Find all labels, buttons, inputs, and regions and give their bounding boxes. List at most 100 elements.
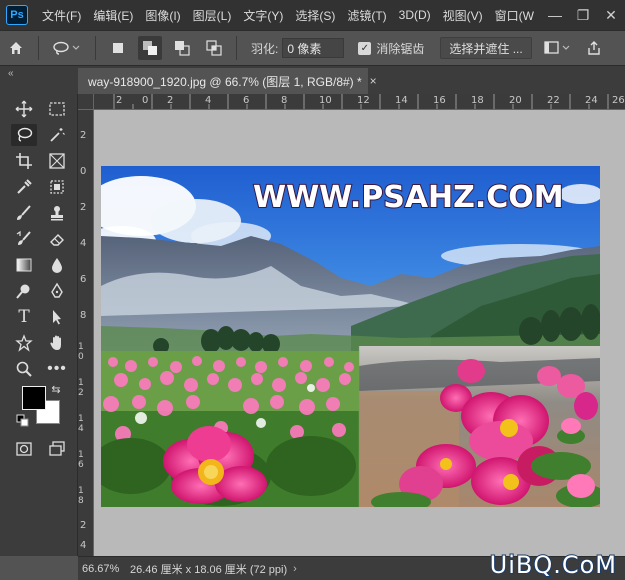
- more-tools-icon[interactable]: •••: [44, 358, 70, 380]
- feather-input[interactable]: 0 像素: [282, 38, 345, 58]
- menu-bar: Ps 文件(F) 编辑(E) 图像(I) 图层(L) 文字(Y) 选择(S) 滤…: [0, 0, 625, 30]
- lasso-tool-preset-icon[interactable]: [49, 36, 85, 60]
- feather-label: 羽化:: [251, 41, 279, 56]
- menu-filter[interactable]: 滤镜(T): [341, 7, 392, 24]
- menu-3d[interactable]: 3D(D): [393, 8, 437, 22]
- ruler-label: 6: [243, 95, 250, 106]
- ruler-label: 8: [80, 310, 87, 321]
- home-icon[interactable]: [4, 36, 28, 60]
- ruler-label: 4: [80, 238, 87, 249]
- zoom-level[interactable]: 66.67%: [78, 563, 126, 575]
- ruler-label: 10: [319, 95, 332, 106]
- options-bar: 羽化: 0 像素 ✓ 消除锯齿 选择并遮住 ...: [0, 30, 625, 66]
- ruler-label: 26: [612, 95, 625, 106]
- brush-tool-icon[interactable]: [11, 202, 37, 224]
- ruler-label: 14: [78, 414, 84, 434]
- eyedropper-tool-icon[interactable]: [11, 176, 37, 198]
- antialias-checkbox[interactable]: ✓: [358, 41, 372, 55]
- zoom-tool-icon[interactable]: [11, 358, 37, 380]
- ruler-label: 16: [78, 450, 84, 470]
- document-tab[interactable]: way-918900_1920.jpg @ 66.7% (图层 1, RGB/8…: [78, 68, 377, 94]
- antialias-label: 消除锯齿: [376, 41, 425, 56]
- dodge-tool-icon[interactable]: [11, 280, 37, 302]
- ruler-label: 6: [80, 274, 87, 285]
- close-window-button[interactable]: ✕: [597, 7, 625, 24]
- close-tab-icon[interactable]: ×: [370, 74, 377, 88]
- add-to-selection-icon[interactable]: [138, 36, 162, 60]
- magic-wand-tool-icon[interactable]: [44, 124, 70, 146]
- pen-tool-icon[interactable]: [44, 280, 70, 302]
- document-image[interactable]: WWW.PSAHZ.COM: [101, 166, 600, 507]
- ruler-label: 18: [471, 95, 484, 106]
- intersect-selection-icon[interactable]: [202, 36, 226, 60]
- menu-type[interactable]: 文字(Y): [237, 7, 289, 24]
- document-tab-row: « way-918900_1920.jpg @ 66.7% (图层 1, RGB…: [0, 66, 625, 94]
- menu-file[interactable]: 文件(F): [36, 7, 87, 24]
- document-size: 26.46 厘米 x 18.06 厘米 (72 ppi): [130, 563, 288, 576]
- hand-tool-icon[interactable]: [44, 332, 70, 354]
- path-selection-tool-icon[interactable]: [44, 306, 70, 328]
- ruler-label: 22: [547, 95, 560, 106]
- ruler-corner: [78, 94, 94, 110]
- marquee-tool-icon[interactable]: [44, 98, 70, 120]
- status-menu-arrow[interactable]: ›: [293, 563, 297, 575]
- watermark-text: WWW.PSAHZ.COM: [252, 179, 565, 216]
- collapse-panel-icon[interactable]: «: [8, 68, 14, 79]
- site-watermark: UiBQ.CoM: [489, 550, 617, 580]
- ruler-label: 20: [509, 95, 522, 106]
- workspace-icon[interactable]: [542, 36, 574, 60]
- eraser-tool-icon[interactable]: [44, 228, 70, 250]
- divider: [38, 36, 39, 60]
- move-tool-icon[interactable]: [11, 98, 37, 120]
- screen-mode-icon[interactable]: [44, 438, 70, 460]
- ruler-label: 18: [78, 486, 84, 506]
- crop-tool-icon[interactable]: [11, 150, 37, 172]
- subtract-from-selection-icon[interactable]: [170, 36, 194, 60]
- default-colors-icon[interactable]: [16, 414, 30, 428]
- quick-mask-icon[interactable]: [11, 438, 37, 460]
- ruler-label: 2: [80, 202, 87, 213]
- menu-edit[interactable]: 编辑(E): [87, 7, 139, 24]
- ruler-label: 8: [281, 95, 288, 106]
- photoshop-logo: Ps: [6, 5, 28, 25]
- ruler-label: 2: [80, 520, 87, 531]
- history-brush-tool-icon[interactable]: [11, 228, 37, 250]
- ruler-label: 12: [357, 95, 370, 106]
- ruler-label: 2: [167, 95, 174, 106]
- minimize-button[interactable]: —: [541, 7, 569, 23]
- ruler-label: 2: [80, 130, 87, 141]
- ruler-label: 12: [78, 378, 84, 398]
- new-selection-icon[interactable]: [106, 36, 130, 60]
- clone-stamp-tool-icon[interactable]: [44, 202, 70, 224]
- restore-button[interactable]: ❐: [569, 7, 597, 24]
- ruler-label: 0: [80, 166, 87, 177]
- ruler-label: 14: [395, 95, 408, 106]
- lasso-tool-icon[interactable]: [11, 124, 37, 146]
- custom-shape-tool-icon[interactable]: [11, 332, 37, 354]
- gradient-tool-icon[interactable]: [11, 254, 37, 276]
- menu-window[interactable]: 窗口(W: [489, 7, 540, 24]
- ruler-label: 16: [433, 95, 446, 106]
- foreground-color-swatch[interactable]: [22, 386, 46, 410]
- menu-select[interactable]: 选择(S): [289, 7, 341, 24]
- type-tool-icon[interactable]: T: [11, 306, 37, 328]
- menu-image[interactable]: 图像(I): [139, 7, 186, 24]
- blur-tool-icon[interactable]: [44, 254, 70, 276]
- menu-layer[interactable]: 图层(L): [187, 7, 238, 24]
- frame-tool-icon[interactable]: [44, 150, 70, 172]
- swap-colors-icon[interactable]: ⇆: [48, 382, 64, 396]
- document-tab-title: way-918900_1920.jpg @ 66.7% (图层 1, RGB/8…: [88, 74, 362, 89]
- vertical-ruler[interactable]: 2 0 2 4 6 8 10 12 14 16 18 2 4: [78, 110, 94, 556]
- ruler-label: 4: [80, 540, 87, 551]
- horizontal-ruler[interactable]: 2 0 2 4 6 8 10 12 14 16 18 20 22 24 26: [94, 94, 625, 110]
- ruler-label: 4: [205, 95, 212, 106]
- tools-panel: T ••• ⇆: [0, 94, 78, 556]
- canvas-area[interactable]: WWW.PSAHZ.COM: [94, 110, 625, 556]
- menu-view[interactable]: 视图(V): [437, 7, 489, 24]
- share-icon[interactable]: [582, 36, 606, 60]
- ruler-label: 2: [116, 95, 123, 106]
- object-selection-tool-icon[interactable]: [44, 176, 70, 198]
- divider: [95, 36, 96, 60]
- ruler-label: 0: [142, 95, 149, 106]
- select-and-mask-button[interactable]: 选择并遮住 ...: [440, 37, 532, 59]
